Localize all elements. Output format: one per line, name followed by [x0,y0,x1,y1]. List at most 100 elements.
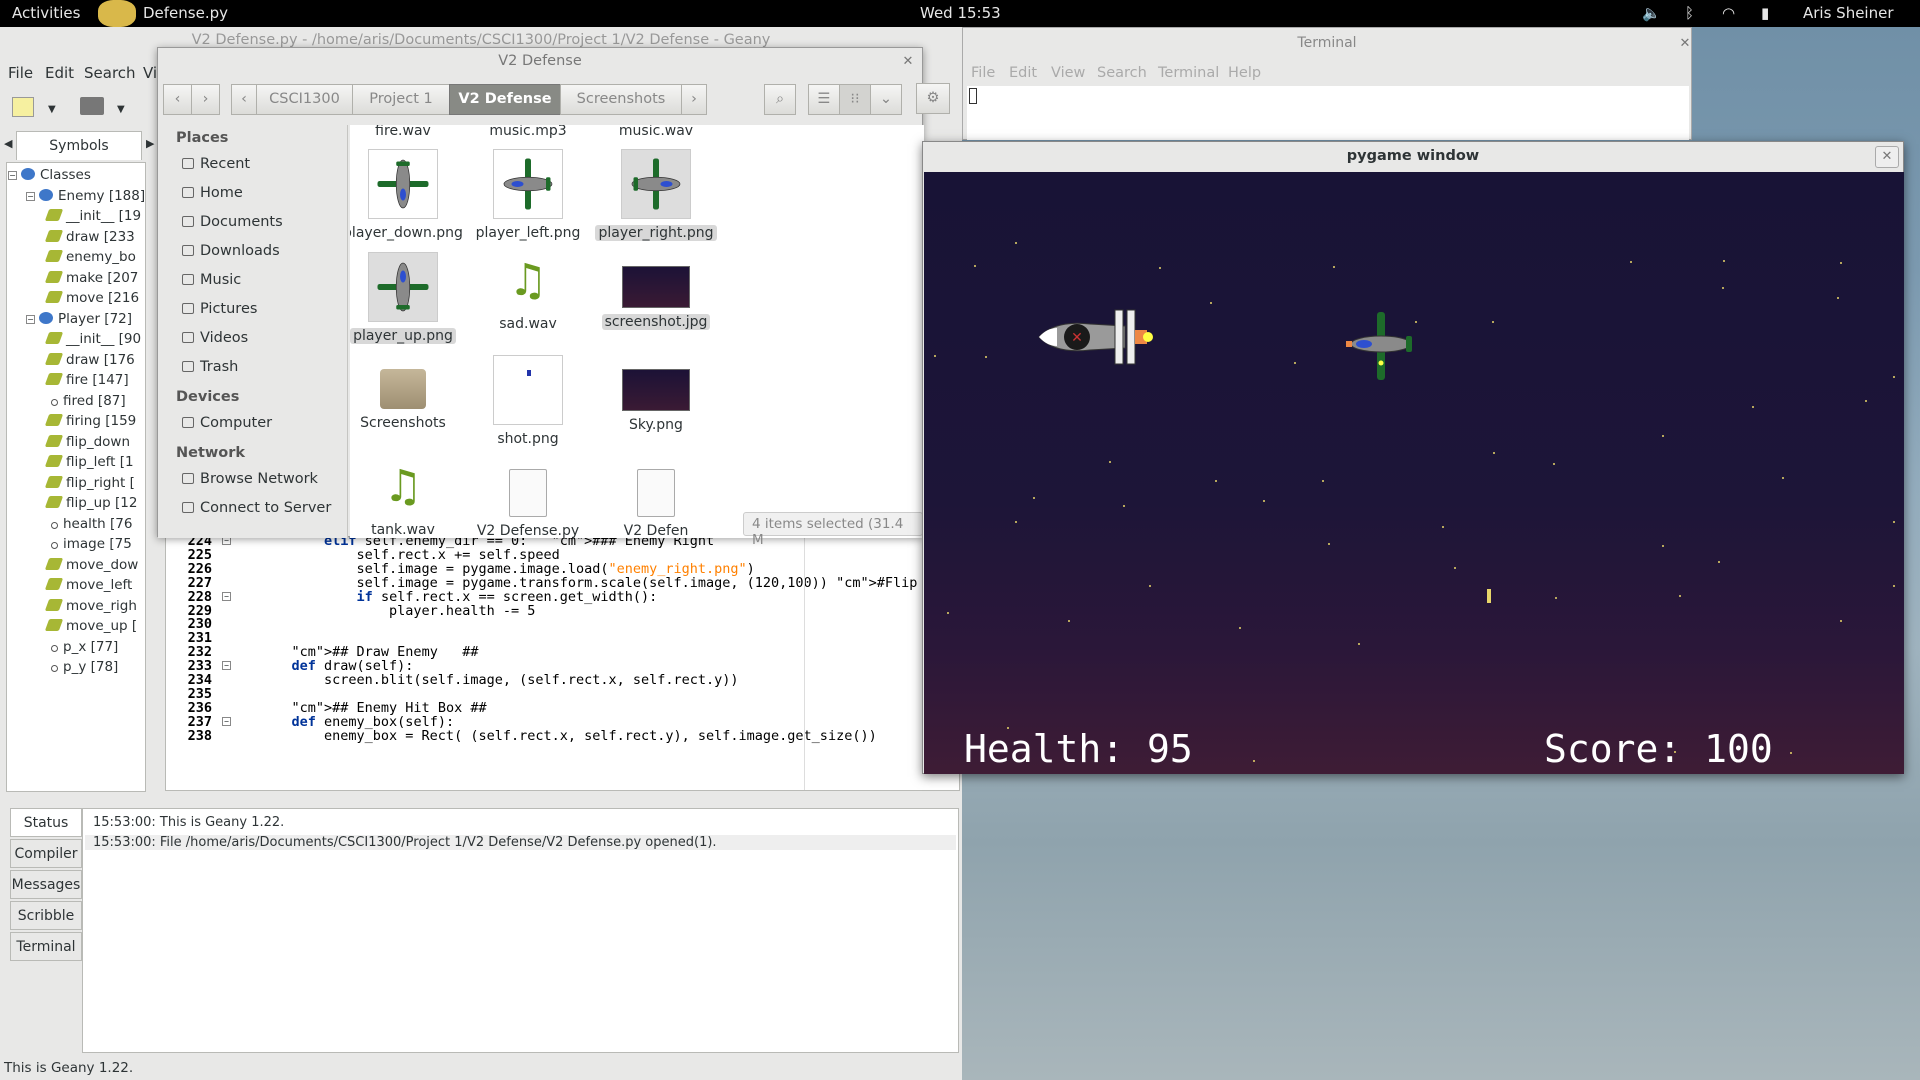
code-line[interactable]: player.health -= 5 [259,603,535,619]
chevron-down-icon[interactable]: ▼ [48,104,56,115]
tab-scribble[interactable]: Scribble [10,901,82,930]
tab-scroll-left-icon[interactable]: ◀ [4,137,12,150]
terminal-menu-view[interactable]: View [1051,65,1085,81]
wifi-icon[interactable]: ◠ [1722,4,1735,22]
file-item[interactable]: screenshot.jpg [586,252,726,330]
collapse-toggle[interactable]: − [8,171,17,180]
path-scroll-right[interactable]: › [681,84,707,115]
sidebar-item[interactable]: Computer [182,415,272,431]
symbol-tree-item[interactable]: Enemy [188] [39,186,145,206]
sidebar-item[interactable]: Browse Network [182,471,318,487]
file-item[interactable]: fire.wav [350,125,473,139]
chevron-down-icon[interactable]: ▼ [117,104,125,115]
list-view-icon[interactable]: ☰ [808,84,840,115]
tab-messages[interactable]: Messages [10,870,82,899]
fold-marker[interactable]: − [222,661,231,671]
symbol-tree-item[interactable]: flip_right [ [44,473,135,493]
symbol-tree-item[interactable]: move_left [44,575,132,595]
fold-marker[interactable]: − [222,716,231,726]
file-item[interactable]: player_left.png [458,149,598,241]
grid-view-icon[interactable]: ⁝⁝ [839,84,871,115]
tab-scroll-right-icon[interactable]: ▶ [146,137,154,150]
sidebar-item[interactable]: Pictures [182,301,257,317]
symbol-tree-item[interactable]: flip_down [44,432,130,452]
file-item[interactable]: music.wav [586,125,726,139]
close-icon[interactable]: ✕ [1875,146,1899,168]
file-item[interactable]: player_down.png [350,149,473,241]
file-item[interactable]: V2 Defen [586,458,726,538]
new-file-icon[interactable] [12,97,34,117]
collapse-toggle[interactable]: − [26,191,35,201]
symbol-tree-item[interactable]: draw [176 [44,350,135,370]
sidebar-item[interactable]: Music [182,272,241,288]
activities-button[interactable]: Activities [12,4,80,22]
file-item[interactable]: shot.png [458,355,598,447]
symbol-tree-item[interactable]: image [75 [47,534,132,554]
file-item[interactable]: V2 Defense.py [458,458,598,538]
terminal-menu-edit[interactable]: Edit [1009,65,1037,81]
path-scroll-left[interactable]: ‹ [231,84,257,115]
symbol-tree-item[interactable]: __init__ [19 [44,206,141,226]
symbol-tree-item[interactable]: health [76 [47,514,132,534]
volume-icon[interactable]: 🔈 [1642,4,1661,22]
symbol-tree-item[interactable]: Player [72] [39,309,132,329]
file-item[interactable]: player_right.png [586,149,726,241]
symbol-tree-item[interactable]: move_up [ [44,616,137,636]
symbol-tree-item[interactable]: flip_left [1 [44,452,134,472]
symbol-tree-item[interactable]: draw [233 [44,227,135,247]
symbol-tree-item[interactable]: fire [147] [44,370,129,390]
fold-marker[interactable]: − [222,591,231,601]
symbol-tree-item[interactable]: enemy_bo [44,247,136,267]
symbol-tree-item[interactable]: move_dow [44,555,138,575]
app-menu[interactable]: Defense.py [143,4,228,22]
close-icon[interactable]: ✕ [1673,34,1697,56]
sidebar-item[interactable]: Connect to Server [182,500,331,516]
terminal-menu-file[interactable]: File [971,65,995,81]
symbol-tree-item[interactable]: __init__ [90 [44,329,141,349]
chevron-down-icon[interactable]: ⌄ [870,84,902,115]
symbol-tree-item[interactable]: move [216 [44,288,139,308]
symbol-tree-item[interactable]: flip_up [12 [44,493,137,513]
sidebar-item[interactable]: Documents [182,214,283,230]
terminal-body[interactable] [967,86,1689,140]
code-line[interactable]: screen.blit(self.image, (self.rect.x, se… [259,672,739,688]
terminal-menu-search[interactable]: Search [1097,65,1147,81]
battery-icon[interactable]: ▮ [1761,4,1769,22]
symbol-tree-item[interactable]: fired [87] [47,391,126,411]
search-icon[interactable]: ⌕ [764,84,796,115]
back-button[interactable]: ‹ [163,84,192,115]
tab-compiler[interactable]: Compiler [10,839,82,868]
terminal-menu-help[interactable]: Help [1228,65,1261,81]
sidebar-item[interactable]: Downloads [182,243,280,259]
tab-status[interactable]: Status [10,808,82,837]
code-line[interactable]: enemy_box = Rect( (self.rect.x, self.rec… [259,728,877,744]
code-editor[interactable]: 224 elif self.enemy_dir == 0: "cm">### E… [165,533,960,791]
symbol-tree-item[interactable]: move_righ [44,596,137,616]
close-icon[interactable]: ✕ [896,52,920,74]
file-item[interactable]: Sky.png [586,355,726,433]
open-file-icon[interactable] [80,97,104,115]
file-item[interactable]: ♫ tank.wav [350,458,473,538]
tab-symbols[interactable]: Symbols [16,131,142,160]
clock[interactable]: Wed 15:53 [920,4,1001,22]
menu-edit[interactable]: Edit [45,64,74,82]
file-item[interactable]: ♫ sad.wav [458,252,598,332]
menu-search[interactable]: Search [84,64,136,82]
symbol-tree-item[interactable]: make [207 [44,268,138,288]
collapse-toggle[interactable]: − [26,314,35,324]
sidebar-item[interactable]: Videos [182,330,248,346]
bluetooth-icon[interactable]: ᛒ [1685,4,1694,22]
sidebar-item[interactable]: Home [182,185,243,201]
tab-terminal[interactable]: Terminal [10,932,82,961]
forward-button[interactable]: › [191,84,220,115]
symbol-tree-item[interactable]: p_y [78] [47,657,118,677]
menu-view[interactable]: Vi [143,64,157,82]
user-menu[interactable]: Aris Sheiner [1803,4,1894,22]
game-canvas[interactable]: ✕ Health: 95 Score: 100 [924,172,1904,774]
path-project-1[interactable]: Project 1 [352,84,450,115]
symbol-tree-item[interactable]: Classes [21,165,91,185]
path-v2-defense[interactable]: V2 Defense [449,84,561,115]
path-csci1300[interactable]: CSCI1300 [256,84,353,115]
file-item[interactable]: music.mp3 [458,125,598,139]
file-item[interactable]: player_up.png [350,252,473,344]
